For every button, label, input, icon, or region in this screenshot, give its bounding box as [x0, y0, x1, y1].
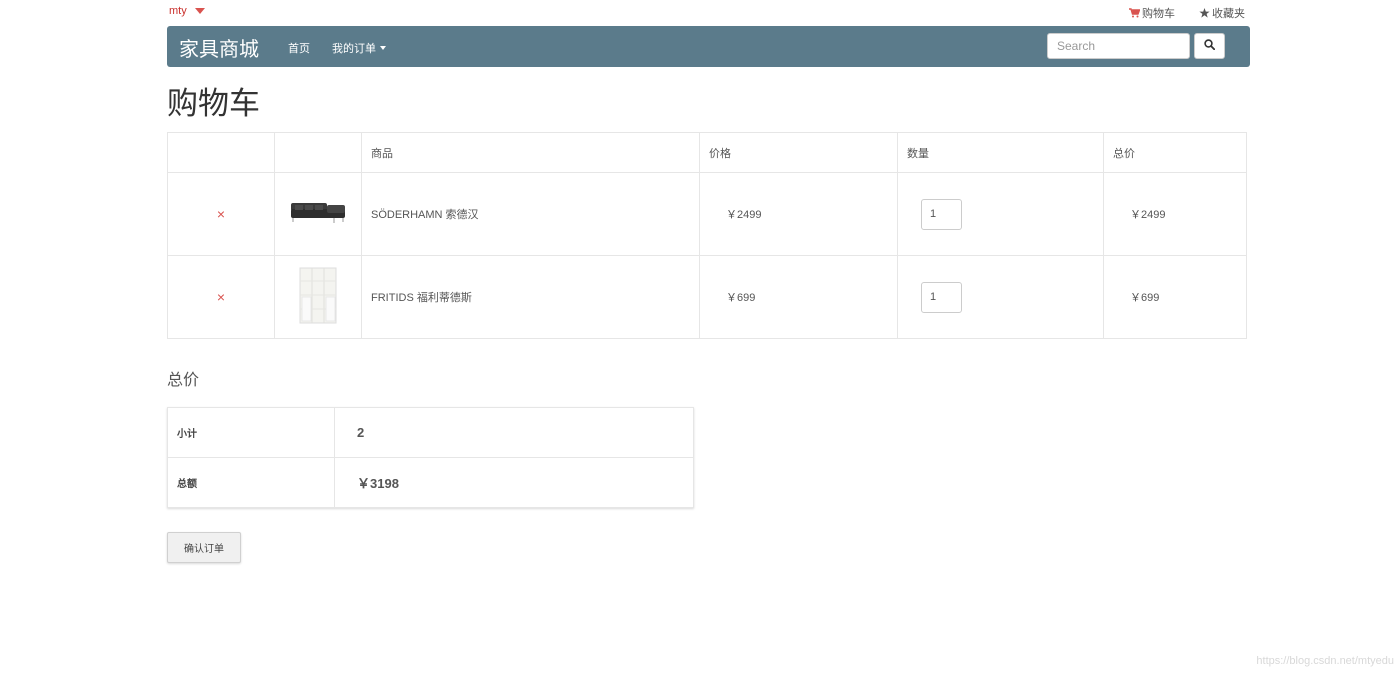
header-product: 商品 — [361, 132, 700, 173]
product-name[interactable]: SÖDERHAMN 索德汉 — [361, 172, 700, 256]
search-icon — [1204, 37, 1216, 55]
product-subtotal: ￥2499 — [1103, 172, 1247, 256]
product-image-cell — [274, 255, 362, 339]
cart-table-header: 商品 价格 数量 总价 — [167, 132, 1247, 173]
cart-link[interactable]: 购物车 — [1129, 5, 1175, 21]
cart-table: 商品 价格 数量 总价 × SÖDERHAMN 索德汉 ￥2499 1 ￥249… — [167, 132, 1247, 339]
header-remove — [167, 132, 275, 173]
product-price: ￥699 — [699, 255, 898, 339]
search-button[interactable] — [1194, 33, 1225, 59]
quantity-input[interactable] — [921, 198, 962, 230]
header-total: 总价 — [1103, 132, 1247, 173]
page-title: 购物车 — [167, 86, 260, 121]
subtotal-value: 2 — [334, 407, 694, 458]
sofa-image[interactable] — [289, 202, 347, 230]
watermark: https://blog.csdn.net/mtyedu — [1256, 655, 1394, 667]
brand-logo[interactable]: 家具商城 — [179, 33, 259, 62]
quantity-cell — [897, 255, 1104, 339]
nav-my-orders[interactable]: 我的订单 — [332, 40, 386, 56]
totals-row: 总额 ￥3198 — [167, 457, 694, 508]
navbar: 家具商城 首页 我的订单 — [167, 26, 1250, 67]
cart-link-label: 购物车 — [1142, 8, 1175, 20]
favorites-link[interactable]: 收藏夹 — [1199, 5, 1245, 21]
total-value: ￥3198 — [334, 457, 694, 508]
product-subtotal: ￥699 — [1103, 255, 1247, 339]
header-image — [274, 132, 362, 173]
table-row: × — [167, 255, 1247, 339]
product-image-cell — [274, 172, 362, 256]
top-bar: mty 购物车 收藏夹 — [0, 0, 1400, 24]
table-row: × — [167, 172, 1247, 256]
page: mty 购物车 收藏夹 家具商城 首页 我的订单 Search 购物车 商品 价… — [0, 0, 1400, 675]
header-quantity: 数量 — [897, 132, 1104, 173]
top-links: 购物车 收藏夹 — [1129, 5, 1245, 21]
totals-heading: 总价 — [167, 372, 200, 389]
header-price: 价格 — [699, 132, 898, 173]
remove-item-button[interactable]: × — [217, 206, 225, 222]
search-input[interactable] — [1047, 33, 1190, 59]
remove-cell: × — [167, 255, 275, 339]
product-price: ￥2499 — [699, 172, 898, 256]
total-label: 总额 — [167, 457, 335, 508]
confirm-order-button[interactable]: 确认订单 — [167, 532, 241, 563]
totals-row: 小计 2 — [167, 407, 694, 458]
nav-home[interactable]: 首页 — [288, 40, 310, 56]
favorites-link-label: 收藏夹 — [1212, 8, 1245, 20]
quantity-cell — [897, 172, 1104, 256]
subtotal-label: 小计 — [167, 407, 335, 458]
remove-cell: × — [167, 172, 275, 256]
totals-table: 小计 2 总额 ￥3198 — [167, 407, 694, 508]
user-menu[interactable]: mty — [169, 5, 205, 17]
remove-item-button[interactable]: × — [217, 289, 225, 305]
quantity-input[interactable] — [921, 281, 962, 313]
caret-down-icon — [194, 8, 205, 14]
nav-my-orders-label: 我的订单 — [332, 43, 376, 55]
shopping-cart-icon — [1129, 8, 1140, 18]
product-name[interactable]: FRITIDS 福利蒂德斯 — [361, 255, 700, 339]
user-name: mty — [169, 5, 187, 17]
caret-down-icon — [380, 46, 386, 50]
star-icon — [1199, 8, 1210, 18]
bookcase-image[interactable] — [296, 267, 340, 328]
